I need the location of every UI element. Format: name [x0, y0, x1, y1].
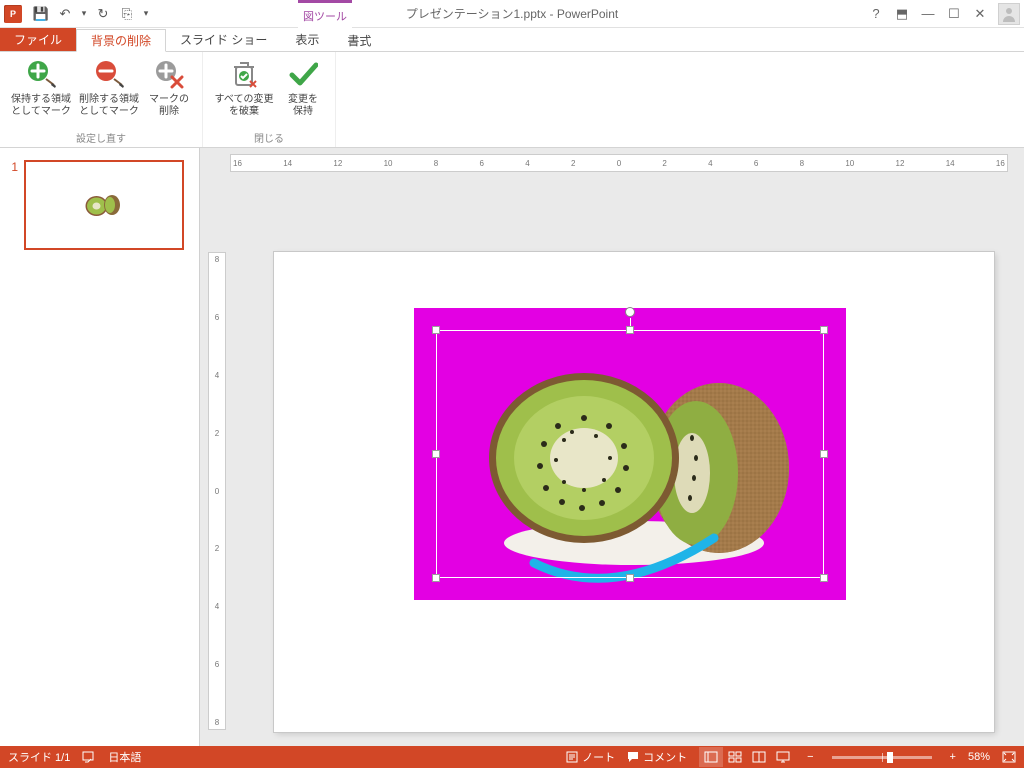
chevron-down-icon: ▾ [144, 8, 149, 19]
sorter-view-button[interactable] [723, 747, 747, 767]
workspace: 1 1614121086420246810121416 864202468 [0, 148, 1024, 746]
slide-thumbnail-1[interactable] [24, 160, 184, 250]
resize-handle-br[interactable] [820, 574, 828, 582]
thumbnail-row: 1 [6, 160, 193, 250]
slideshow-view-button[interactable] [771, 747, 795, 767]
language-indicator[interactable]: 日本語 [108, 749, 141, 765]
normal-view-icon [704, 751, 718, 763]
help-button[interactable]: ? [864, 3, 888, 25]
thumbnail-preview-icon [79, 190, 129, 220]
delete-mark-icon [153, 58, 185, 90]
normal-view-button[interactable] [699, 747, 723, 767]
resize-handle-ml[interactable] [432, 450, 440, 458]
ribbon-group-refine: 保持する領域 としてマーク 削除する領域 としてマーク マークの 削除 設定し直… [0, 52, 203, 147]
mark-remove-button[interactable]: 削除する領域 としてマーク [76, 56, 142, 128]
quick-access-toolbar: 💾 ↶ ▾ ↻ ⎘ ▾ [26, 3, 156, 25]
zoom-level[interactable]: 58% [968, 751, 990, 763]
thumbnail-number: 1 [6, 160, 18, 250]
undo-dropdown[interactable]: ▾ [78, 3, 90, 25]
sorter-view-icon [728, 751, 742, 763]
tab-view[interactable]: 表示 [281, 28, 333, 51]
status-bar: スライド 1/1 日本語 ノート コメント − + 58% [0, 746, 1024, 768]
slide-canvas[interactable] [274, 252, 994, 732]
discard-all-label: すべての変更 を破棄 [215, 94, 274, 118]
comments-button[interactable]: コメント [627, 749, 687, 765]
zoom-slider-thumb[interactable] [887, 752, 893, 763]
slide-thumbnail-panel[interactable]: 1 [0, 148, 200, 746]
picture-object[interactable] [414, 308, 846, 600]
zoom-out-button[interactable]: − [807, 751, 813, 763]
undo-button[interactable]: ↶ [54, 3, 76, 25]
chevron-down-icon: ▾ [82, 8, 87, 19]
vertical-ruler[interactable]: 864202468 [208, 252, 226, 730]
zoom-slider[interactable] [832, 756, 932, 759]
undo-icon: ↶ [60, 6, 71, 22]
ribbon-group-close: すべての変更 を破棄 変更を 保持 閉じる [203, 52, 336, 147]
resize-handle-tr[interactable] [820, 326, 828, 334]
comment-icon [627, 751, 639, 763]
tab-slideshow[interactable]: スライド ショー [166, 28, 281, 51]
keep-changes-button[interactable]: 変更を 保持 [279, 56, 327, 128]
view-buttons [699, 747, 795, 767]
qat-customize-button[interactable]: ▾ [140, 3, 152, 25]
notes-button[interactable]: ノート [566, 749, 615, 765]
resize-handle-bm[interactable] [626, 574, 634, 582]
horizontal-ruler[interactable]: 1614121086420246810121416 [230, 154, 1008, 172]
app-icon: P [4, 5, 22, 23]
tab-format[interactable]: 書式 [333, 28, 385, 51]
tab-background-removal[interactable]: 背景の削除 [76, 29, 166, 52]
plus-circle-icon [25, 58, 57, 90]
discard-all-button[interactable]: すべての変更 を破棄 [211, 56, 277, 128]
minus-circle-icon [93, 58, 125, 90]
keep-changes-label: 変更を 保持 [288, 94, 318, 118]
tab-file[interactable]: ファイル [0, 28, 76, 51]
delete-mark-label: マークの 削除 [149, 94, 189, 118]
title-bar: P 💾 ↶ ▾ ↻ ⎘ ▾ 図ツール プレゼンテーション1.pptx - Pow… [0, 0, 1024, 28]
minimize-button[interactable]: — [916, 3, 940, 25]
contextual-tab-label: 図ツール [298, 0, 352, 28]
save-icon: 💾 [33, 6, 49, 22]
redo-button[interactable]: ↻ [92, 3, 114, 25]
mark-keep-button[interactable]: 保持する領域 としてマーク [8, 56, 74, 128]
notes-icon [566, 751, 578, 763]
selection-marquee[interactable] [436, 330, 824, 578]
mark-remove-label: 削除する領域 としてマーク [79, 94, 139, 118]
fit-icon [1002, 751, 1016, 763]
delete-mark-button[interactable]: マークの 削除 [144, 56, 194, 128]
window-controls: ? ⬒ — ☐ ✕ [864, 3, 1024, 25]
resize-handle-mr[interactable] [820, 450, 828, 458]
slideshow-view-icon [776, 751, 790, 763]
person-icon [1001, 6, 1017, 22]
start-from-beginning-button[interactable]: ⎘ [116, 3, 138, 25]
check-icon [287, 58, 319, 90]
resize-handle-bl[interactable] [432, 574, 440, 582]
resize-handle-tm[interactable] [626, 326, 634, 334]
fit-to-window-button[interactable] [1002, 751, 1016, 763]
trash-icon [228, 58, 260, 90]
ribbon-tab-strip: ファイル 背景の削除 スライド ショー 表示 書式 [0, 28, 1024, 52]
ribbon-display-options-button[interactable]: ⬒ [890, 3, 914, 25]
zoom-in-button[interactable]: + [950, 751, 956, 763]
spellcheck-button[interactable] [82, 750, 96, 764]
maximize-button[interactable]: ☐ [942, 3, 966, 25]
present-icon: ⎘ [122, 6, 132, 22]
ribbon-group-close-label: 閉じる [254, 130, 284, 145]
redo-icon: ↻ [98, 6, 109, 22]
ribbon: 保持する領域 としてマーク 削除する領域 としてマーク マークの 削除 設定し直… [0, 52, 1024, 148]
save-button[interactable]: 💾 [30, 3, 52, 25]
mark-keep-label: 保持する領域 としてマーク [11, 94, 71, 118]
slide-edit-area[interactable]: 1614121086420246810121416 864202468 [200, 148, 1024, 746]
account-avatar[interactable] [998, 3, 1020, 25]
rotation-handle[interactable] [625, 307, 635, 317]
resize-handle-tl[interactable] [432, 326, 440, 334]
slide-indicator[interactable]: スライド 1/1 [8, 749, 70, 765]
ribbon-group-refine-label: 設定し直す [76, 130, 126, 145]
spellcheck-icon [82, 750, 96, 764]
close-button[interactable]: ✕ [968, 3, 992, 25]
reading-view-icon [752, 751, 766, 763]
reading-view-button[interactable] [747, 747, 771, 767]
